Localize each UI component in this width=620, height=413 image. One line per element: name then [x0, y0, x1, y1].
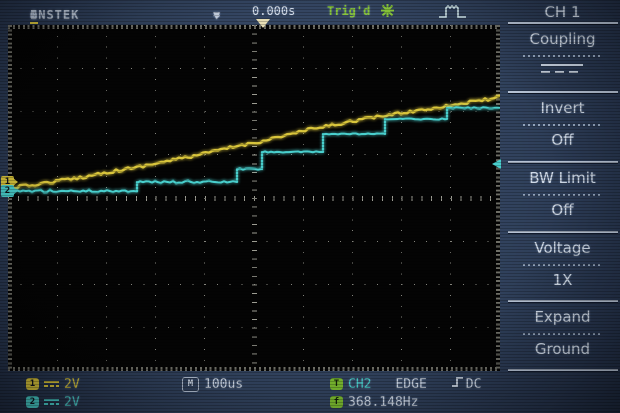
bottom-status-bar: 1 2V M 100us T CH2 EDGE DC 2 2V f 368.14…	[0, 373, 620, 413]
frequency-icon: f	[330, 396, 343, 408]
menu-item-label: Expand	[534, 308, 591, 326]
dc-coupling-icon	[541, 64, 583, 73]
trigger-position-readout: 0.000s	[252, 4, 296, 18]
ch2-badge-icon: 2	[26, 396, 39, 408]
waveform-traces	[8, 94, 500, 194]
menu-item-label: Invert	[540, 99, 585, 117]
waveform-screen: 1 2	[1, 19, 501, 371]
menu-separator	[508, 369, 618, 371]
menu-item-bw-limit[interactable]: BW Limit Off	[505, 163, 620, 231]
dotted-divider	[523, 55, 602, 57]
trigger-status: Trig'd	[327, 4, 371, 18]
soft-menu-sidebar: CH 1 Coupling Invert Off BW Limit Off Vo…	[505, 0, 620, 371]
ch1-readout: 1 2V	[26, 375, 80, 393]
menu-item-coupling[interactable]: Coupling	[505, 24, 620, 92]
trigger-readout: T CH2 EDGE DC	[330, 375, 481, 393]
menu-item-label: Voltage	[534, 239, 591, 257]
ch1-scale: 2V	[64, 376, 80, 392]
dotted-divider	[523, 333, 602, 335]
timebase-value: 100us	[204, 376, 244, 392]
trigger-position-marker[interactable]	[256, 19, 270, 28]
timebase-readout: M 100us	[182, 375, 243, 393]
ch2-dc-coupling-icon	[44, 397, 59, 407]
menu-item-invert[interactable]: Invert Off	[505, 93, 620, 161]
dotted-divider	[523, 194, 602, 196]
acquisition-spinner-icon	[381, 4, 394, 20]
oscilloscope-display: Gω INSTEK ∨ → ▼ 0.000s Trig'd 1 2 CH 1 Coup…	[0, 0, 620, 413]
ch2-ground-marker[interactable]: 2	[1, 185, 18, 197]
frequency-value: 368.148Hz	[348, 394, 419, 410]
menu-item-value: 1X	[552, 271, 573, 289]
frequency-readout: f 368.148Hz	[330, 393, 418, 411]
menu-item-voltage[interactable]: Voltage 1X	[505, 233, 620, 301]
dotted-divider	[523, 264, 602, 266]
menu-item-label: Coupling	[529, 30, 596, 48]
ch2-scale: 2V	[64, 394, 80, 410]
ch2-readout: 2 2V	[26, 393, 80, 411]
menu-item-value: Ground	[534, 340, 591, 358]
menu-item-expand[interactable]: Expand Ground	[505, 302, 620, 370]
main-timebase-icon: M	[182, 376, 199, 392]
menu-item-label: BW Limit	[529, 169, 596, 187]
pulse-waveform-icon	[438, 4, 468, 22]
rising-edge-icon	[451, 375, 464, 393]
trigger-source-icon: T	[330, 378, 343, 390]
trigger-source: CH2	[348, 376, 372, 392]
top-status-bar: Gω INSTEK ∨ → ▼ 0.000s Trig'd	[0, 0, 505, 25]
triangle-down-icon: ▼	[213, 8, 224, 22]
trigger-type: EDGE	[395, 376, 427, 392]
trigger-coupling: DC	[465, 376, 482, 392]
menu-title: CH 1	[544, 3, 581, 21]
dotted-divider	[523, 124, 602, 126]
ch1-badge-icon: 1	[26, 378, 39, 390]
ch1-dc-coupling-icon	[44, 379, 59, 389]
menu-item-value: Off	[551, 201, 574, 219]
menu-item-value: Off	[551, 131, 574, 149]
trigger-level-marker[interactable]	[492, 159, 501, 169]
